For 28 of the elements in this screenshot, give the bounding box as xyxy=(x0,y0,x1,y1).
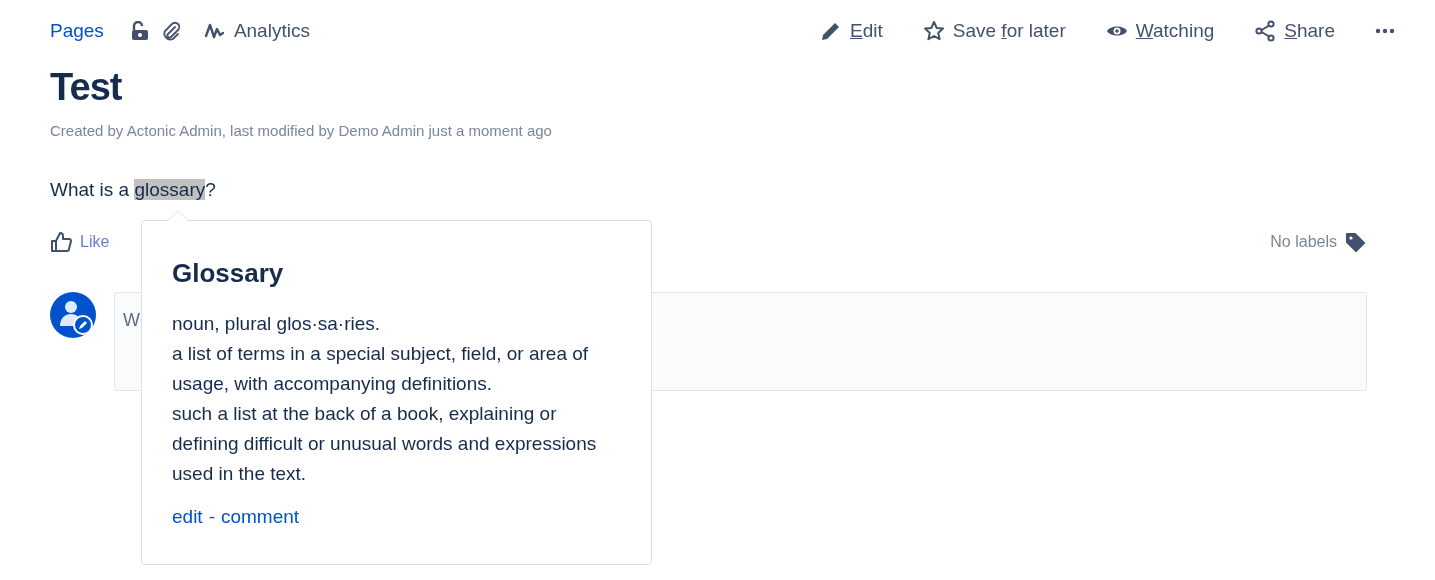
like-button[interactable]: Like xyxy=(50,229,110,254)
edit-button[interactable]: Edit xyxy=(820,16,883,46)
watching-button[interactable]: Watching xyxy=(1105,16,1215,46)
share-button[interactable]: Share xyxy=(1254,16,1335,46)
no-labels-text: No labels xyxy=(1270,231,1337,252)
popover-title: Glossary xyxy=(172,257,285,289)
unlocked-padlock-icon[interactable] xyxy=(129,21,148,41)
more-icon xyxy=(1375,28,1395,34)
definition-line: such a list at the back of a book, explaining or defining difficult or unusual words and expressions used in the text. xyxy=(172,402,598,486)
comment-placeholder: W xyxy=(123,309,140,330)
paperclip-icon[interactable] xyxy=(161,21,180,41)
pencil-icon xyxy=(820,20,842,42)
link-separator: - xyxy=(208,505,215,529)
definition-line: noun, plural glos·sa·ries. xyxy=(172,312,382,336)
analytics-link[interactable]: Analytics xyxy=(203,16,310,46)
page-byline: Created by Actonic Admin, last modified by Demo Admin just a moment ago xyxy=(50,121,553,141)
comment-link[interactable]: comment xyxy=(220,503,300,532)
tag-icon[interactable] xyxy=(1345,231,1365,252)
more-button[interactable] xyxy=(1375,28,1395,34)
page-title: Test xyxy=(50,65,123,110)
star-icon xyxy=(922,20,945,42)
share-icon xyxy=(1254,20,1277,42)
pages-link[interactable]: Pages xyxy=(50,16,104,46)
edit-link[interactable]: edit xyxy=(172,503,203,532)
user-avatar-icon[interactable] xyxy=(50,291,96,338)
thumbs-up-icon xyxy=(50,230,72,253)
save-for-later-button[interactable]: Save for later xyxy=(922,16,1066,46)
page-text: What is a glossary? xyxy=(50,177,216,202)
